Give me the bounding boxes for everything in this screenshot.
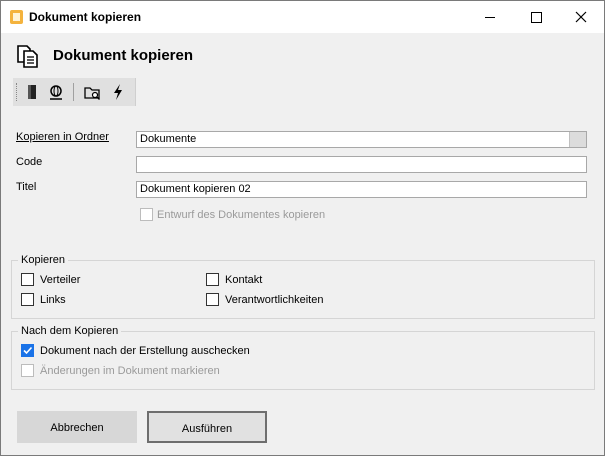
code-input[interactable] [136,156,587,173]
links-label: Links [40,294,66,306]
toolbar-separator [73,83,74,101]
dialog-window: Dokument kopieren Dokument kopieren Kopi… [0,0,605,456]
copy-group [11,260,595,319]
title-bar[interactable]: Dokument kopieren [1,1,604,33]
checkmark-icon [23,346,33,355]
lightning-icon [114,84,122,100]
search-folder-button[interactable] [81,81,103,103]
maximize-button[interactable] [513,1,559,33]
after-copy-group [11,331,595,390]
close-icon [575,11,587,23]
responsibilities-label: Verantwortlichkeiten [225,294,324,306]
document-copy-icon [10,10,23,24]
exit-button[interactable] [21,81,43,103]
minimize-button[interactable] [467,1,513,33]
copy-documents-icon [17,45,38,68]
links-checkbox[interactable] [21,293,34,306]
execute-toolbar-button[interactable] [107,81,129,103]
contact-label: Kontakt [225,274,263,286]
dialog-client: Dokument kopieren Kopieren in Ordner Dok… [1,33,604,455]
draft-checkbox-label: Entwurf des Dokumentes kopieren [157,209,326,221]
title-label: Titel [16,181,37,193]
after-copy-group-title: Nach dem Kopieren [18,325,122,337]
copy-group-title: Kopieren [18,254,69,266]
draft-checkbox[interactable] [140,208,153,221]
maximize-icon [531,12,542,23]
run-button[interactable]: Ausführen [147,411,267,443]
minimize-icon [485,17,495,18]
globe-icon [50,85,62,100]
web-button[interactable] [45,81,67,103]
close-button[interactable] [558,1,604,33]
distributor-checkbox[interactable] [21,273,34,286]
contact-checkbox[interactable] [206,273,219,286]
mark-changes-checkbox[interactable] [21,364,34,377]
code-label: Code [16,156,43,168]
responsibilities-checkbox[interactable] [206,293,219,306]
folder-search-icon [84,87,100,100]
window-title: Dokument kopieren [29,10,142,24]
toolbar [13,78,136,106]
folder-dropdown-value: Dokumente [140,133,197,145]
folder-dropdown[interactable]: Dokumente [136,131,587,148]
folder-label: Kopieren in Ordner [16,131,109,143]
checkout-label: Dokument nach der Erstellung auschecken [40,345,250,357]
door-exit-icon [28,85,36,99]
toolbar-grip[interactable] [16,83,19,101]
dropdown-button[interactable] [569,132,586,147]
mark-changes-label: Änderungen im Dokument markieren [40,365,220,377]
checkout-checkbox[interactable] [21,344,34,357]
title-input[interactable]: Dokument kopieren 02 [136,181,587,198]
page-title: Dokument kopieren [53,47,194,64]
distributor-label: Verteiler [40,274,81,286]
cancel-button[interactable]: Abbrechen [17,411,137,443]
